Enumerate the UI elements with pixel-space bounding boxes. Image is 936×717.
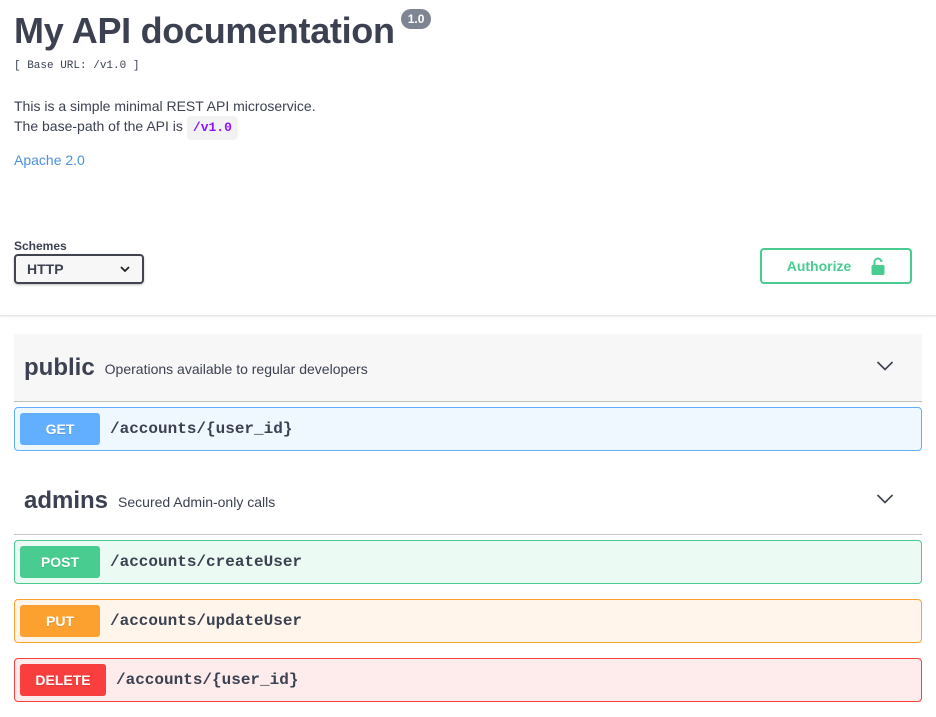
operation-get-account[interactable]: GET /accounts/{user_id} — [14, 407, 922, 451]
chevron-down-icon — [120, 266, 130, 273]
api-description: This is a simple minimal REST API micros… — [14, 96, 914, 140]
method-badge-put: PUT — [20, 605, 100, 637]
tag-description: Operations available to regular develope… — [104, 360, 368, 377]
description-line-2-text: The base-path of the API is — [14, 118, 183, 134]
operation-delete-account[interactable]: DELETE /accounts/{user_id} — [14, 658, 922, 702]
unlocked-padlock-icon — [871, 257, 885, 275]
operation-post-create-user[interactable]: POST /accounts/createUser — [14, 540, 922, 584]
base-path-code: /v1.0 — [186, 116, 238, 140]
method-badge-get: GET — [20, 413, 100, 445]
authorize-button[interactable]: Authorize — [760, 248, 912, 284]
operation-put-update-user[interactable]: PUT /accounts/updateUser — [14, 599, 922, 643]
tag-name: public — [24, 353, 95, 381]
scheme-container: Schemes HTTP Authorize — [0, 220, 936, 316]
operation-path: /accounts/updateUser — [110, 612, 303, 630]
chevron-down-icon[interactable] — [876, 360, 894, 372]
tag-description: Secured Admin-only calls — [118, 493, 276, 510]
authorize-label: Authorize — [786, 258, 852, 274]
tag-name: admins — [24, 486, 109, 514]
description-line-1: This is a simple minimal REST API micros… — [14, 98, 316, 114]
page-title: My API documentation — [14, 10, 395, 51]
method-badge-post: POST — [20, 546, 100, 578]
tag-admins-header[interactable]: admins Secured Admin-only calls — [14, 467, 922, 535]
description-line-2: The base-path of the API is/v1.0 — [14, 116, 914, 140]
tag-public-header[interactable]: public Operations available to regular d… — [14, 334, 922, 402]
api-info: My API documentation 1.0 [ Base URL: /v1… — [14, 8, 914, 170]
schemes-select[interactable]: HTTP — [14, 254, 144, 284]
title-row: My API documentation 1.0 — [14, 8, 914, 54]
chevron-down-icon[interactable] — [876, 493, 894, 505]
schemes-label: Schemes — [14, 239, 67, 253]
operation-path: /accounts/{user_id} — [110, 420, 293, 438]
license-link[interactable]: Apache 2.0 — [14, 152, 85, 168]
operation-path: /accounts/createUser — [110, 553, 303, 571]
base-url: [ Base URL: /v1.0 ] — [14, 60, 140, 72]
method-badge-delete: DELETE — [20, 664, 106, 696]
version-badge: 1.0 — [400, 9, 432, 29]
schemes-selected-value: HTTP — [27, 261, 64, 277]
operation-path: /accounts/{user_id} — [116, 671, 299, 689]
